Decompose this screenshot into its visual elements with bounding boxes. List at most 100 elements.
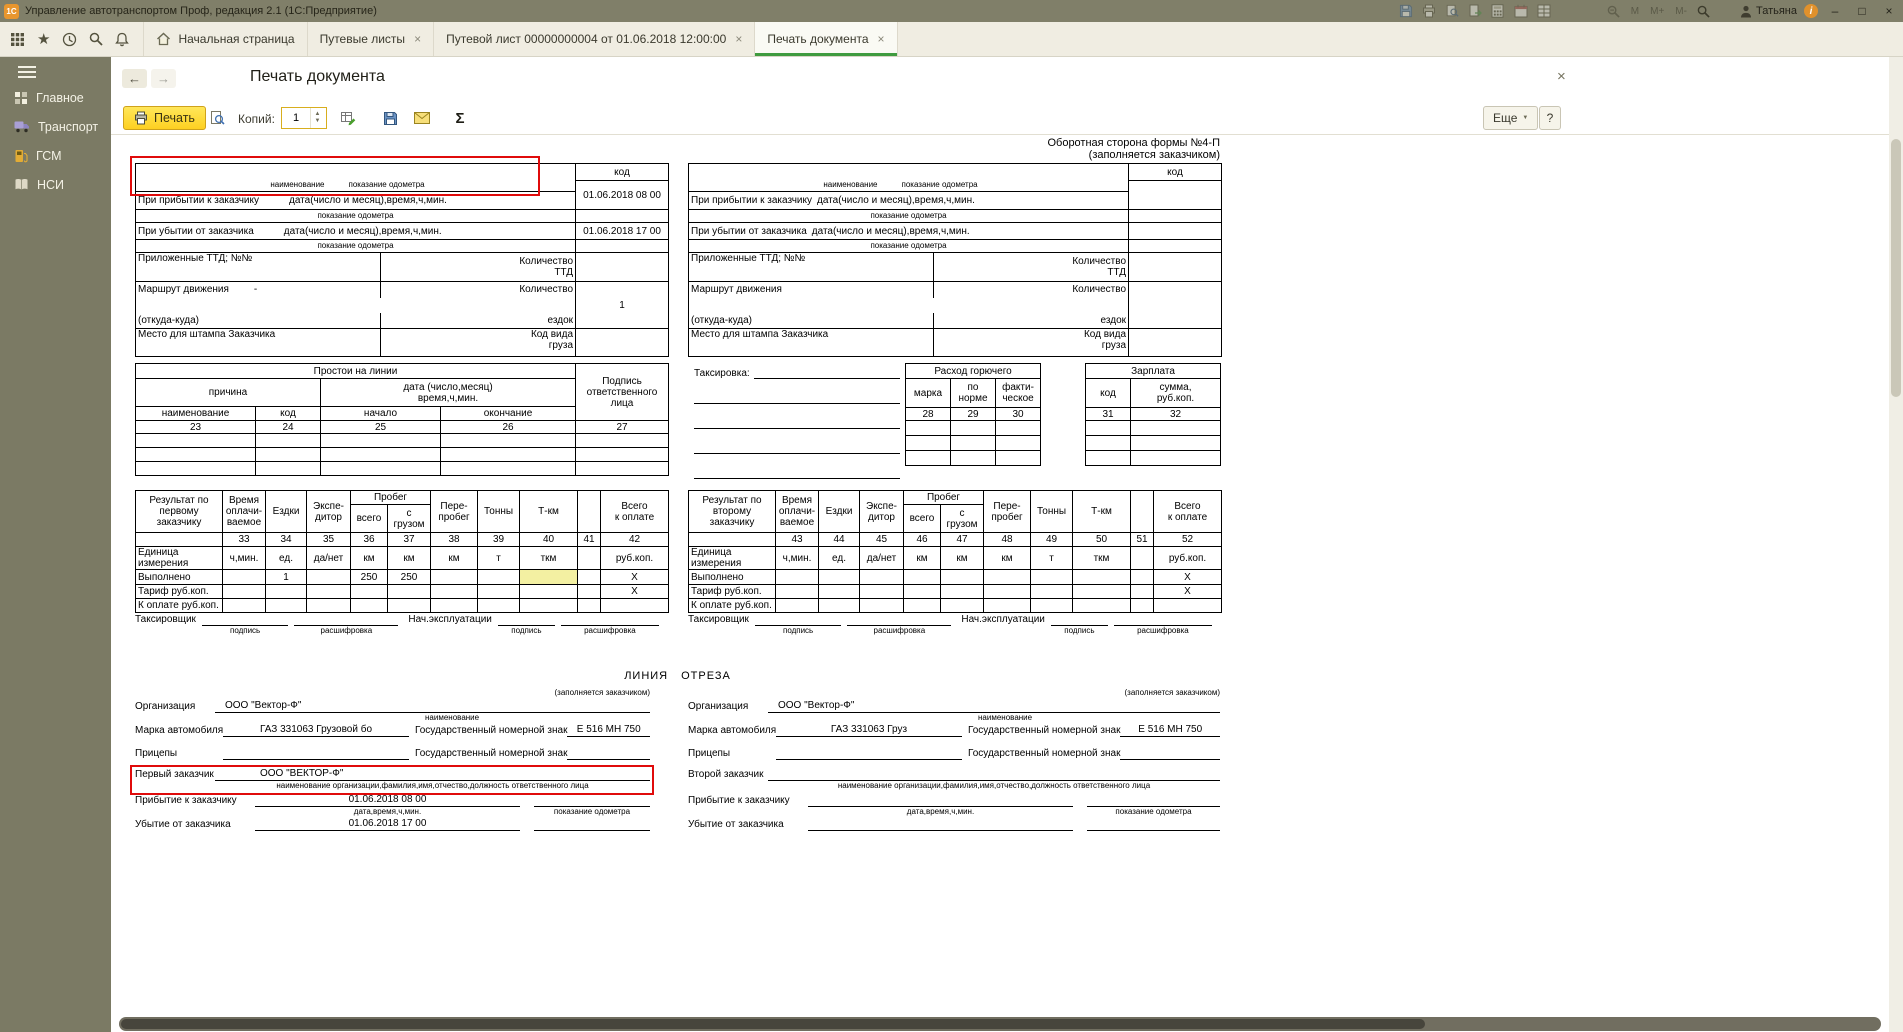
form-cell: Тариф руб.коп. bbox=[136, 585, 223, 599]
sidebar-item-transport[interactable]: Транспорт bbox=[0, 112, 111, 141]
signature-field: расшифровка bbox=[294, 614, 398, 636]
form-cell: Количество ТТД bbox=[381, 253, 576, 282]
back-button[interactable]: ← bbox=[122, 69, 147, 88]
form-cell bbox=[1031, 585, 1073, 599]
form-cell bbox=[951, 421, 996, 436]
trailer-plate-label: Государственный номерной знак bbox=[415, 747, 567, 760]
horizontal-scrollbar-thumb[interactable] bbox=[121, 1019, 1425, 1029]
search-icon[interactable] bbox=[89, 32, 103, 46]
vehicle-brand-label: Марка автомобиля bbox=[135, 724, 223, 737]
form-cell bbox=[307, 570, 351, 585]
sum-icon[interactable]: Σ bbox=[449, 107, 471, 129]
titlebar-calendar-icon[interactable] bbox=[1513, 3, 1529, 19]
form-cell: X bbox=[1154, 585, 1222, 599]
signatures-row-second: Таксировщик подпись расшифровка Нач.эксп… bbox=[688, 614, 1212, 636]
tab-home[interactable]: Начальная страница bbox=[144, 22, 307, 56]
titlebar-export-icon[interactable] bbox=[1467, 3, 1483, 19]
vertical-scrollbar-thumb[interactable] bbox=[1891, 139, 1901, 397]
more-button[interactable]: Еще ▼ bbox=[1483, 106, 1538, 130]
zoom-m-button[interactable]: M bbox=[1629, 6, 1641, 17]
form-cell: 1 bbox=[576, 298, 669, 313]
copies-stepper[interactable]: ▲ ▼ bbox=[281, 107, 327, 129]
tab-label: Начальная страница bbox=[178, 32, 294, 46]
form-cell: марка bbox=[906, 379, 951, 408]
form-cell: ткм bbox=[1073, 547, 1131, 570]
forward-button[interactable]: → bbox=[151, 69, 176, 88]
info-icon[interactable]: i bbox=[1804, 4, 1818, 18]
help-button[interactable]: ? bbox=[1539, 106, 1561, 130]
favorites-star-icon[interactable]: ★ bbox=[37, 32, 50, 47]
signature-field: подпись bbox=[202, 614, 288, 636]
minimize-button[interactable]: – bbox=[1825, 2, 1845, 20]
form-cell: код bbox=[1086, 379, 1131, 408]
save-icon[interactable] bbox=[379, 107, 401, 129]
titlebar-search-icon[interactable] bbox=[1696, 3, 1712, 19]
titlebar-save-icon[interactable] bbox=[1398, 3, 1414, 19]
name-sub-label: наименование bbox=[425, 713, 479, 722]
print-toolbar: Печать Копий: ▲ ▼ Σ Еще ▼ ? bbox=[111, 101, 1889, 135]
form-cell bbox=[904, 585, 941, 599]
form-cell bbox=[601, 599, 669, 613]
customer-value-line bbox=[768, 767, 1220, 781]
tab-close-icon[interactable]: × bbox=[735, 32, 742, 46]
form-cell: 24 bbox=[256, 421, 321, 434]
zoom-m-minus-button[interactable]: M- bbox=[1673, 6, 1689, 17]
form-cell: 49 bbox=[1031, 533, 1073, 547]
copies-input[interactable] bbox=[282, 108, 310, 128]
tab-close-icon[interactable]: × bbox=[878, 32, 885, 46]
print-settings-icon[interactable] bbox=[337, 107, 359, 129]
history-icon[interactable] bbox=[62, 32, 77, 47]
form-cell: 38 bbox=[431, 533, 478, 547]
trailer-value-line bbox=[223, 746, 409, 760]
sidebar-item-fuel[interactable]: ГСМ bbox=[0, 141, 111, 170]
menu-toggle-button[interactable] bbox=[0, 57, 111, 83]
horizontal-scrollbar[interactable] bbox=[119, 1017, 1881, 1031]
tab-waybills[interactable]: Путевые листы × bbox=[308, 22, 435, 56]
close-window-button[interactable]: × bbox=[1879, 2, 1899, 20]
main-menu-icon[interactable] bbox=[10, 32, 25, 47]
form-cell: Маршрут движения - bbox=[136, 282, 381, 298]
signature-field: подпись bbox=[755, 614, 841, 636]
form-cell bbox=[941, 570, 984, 585]
sections-sidebar: Главное Транспорт ГСМ НСИ bbox=[0, 57, 111, 1032]
print-button-label: Печать bbox=[154, 111, 195, 125]
print-document-view: ← → Печать документа × Печать Копий: ▲ ▼… bbox=[111, 57, 1889, 1032]
signature-field: расшифровка bbox=[847, 614, 951, 636]
tab-waybill-document[interactable]: Путевой лист 00000000004 от 01.06.2018 1… bbox=[434, 22, 755, 56]
tab-close-icon[interactable]: × bbox=[414, 32, 421, 46]
form-cell: км bbox=[388, 547, 431, 570]
maximize-button[interactable]: □ bbox=[1852, 2, 1872, 20]
decrement-icon[interactable]: ▼ bbox=[311, 118, 324, 125]
sidebar-item-nsi[interactable]: НСИ bbox=[0, 170, 111, 199]
print-button[interactable]: Печать bbox=[123, 106, 206, 130]
view-close-icon[interactable]: × bbox=[1557, 68, 1566, 85]
titlebar-grid-icon[interactable] bbox=[1536, 3, 1552, 19]
taxer-label: Таксировщик bbox=[688, 614, 749, 626]
form-cell: 36 bbox=[351, 533, 388, 547]
preview-icon[interactable] bbox=[206, 107, 228, 129]
current-user-button[interactable]: Татьяна bbox=[1740, 5, 1797, 18]
form-cell bbox=[321, 462, 441, 476]
increment-icon[interactable]: ▲ bbox=[311, 111, 324, 118]
vertical-scrollbar[interactable] bbox=[1889, 57, 1903, 1032]
titlebar-print-icon[interactable] bbox=[1421, 3, 1437, 19]
form-cell bbox=[1086, 421, 1131, 436]
titlebar-zoom-icon[interactable] bbox=[1606, 3, 1622, 19]
notifications-bell-icon[interactable] bbox=[115, 32, 129, 47]
titlebar-preview-icon[interactable] bbox=[1444, 3, 1460, 19]
titlebar-calc-icon[interactable] bbox=[1490, 3, 1506, 19]
form-cell: Количество bbox=[934, 282, 1129, 298]
form-cell bbox=[576, 462, 669, 476]
form-cell bbox=[984, 570, 1031, 585]
form-cell bbox=[223, 599, 266, 613]
mail-icon[interactable] bbox=[411, 107, 433, 129]
form-cell bbox=[136, 434, 256, 448]
tab-print-document[interactable]: Печать документа × bbox=[755, 22, 897, 56]
main-section-icon bbox=[14, 91, 28, 105]
form-cell: 29 bbox=[951, 408, 996, 421]
sidebar-item-main[interactable]: Главное bbox=[0, 83, 111, 112]
zoom-m-plus-button[interactable]: M+ bbox=[1648, 6, 1666, 17]
form-cell: т bbox=[478, 547, 520, 570]
form-cell bbox=[904, 599, 941, 613]
customer-block-second: наименование показание одометра кодПри п… bbox=[688, 163, 1222, 357]
